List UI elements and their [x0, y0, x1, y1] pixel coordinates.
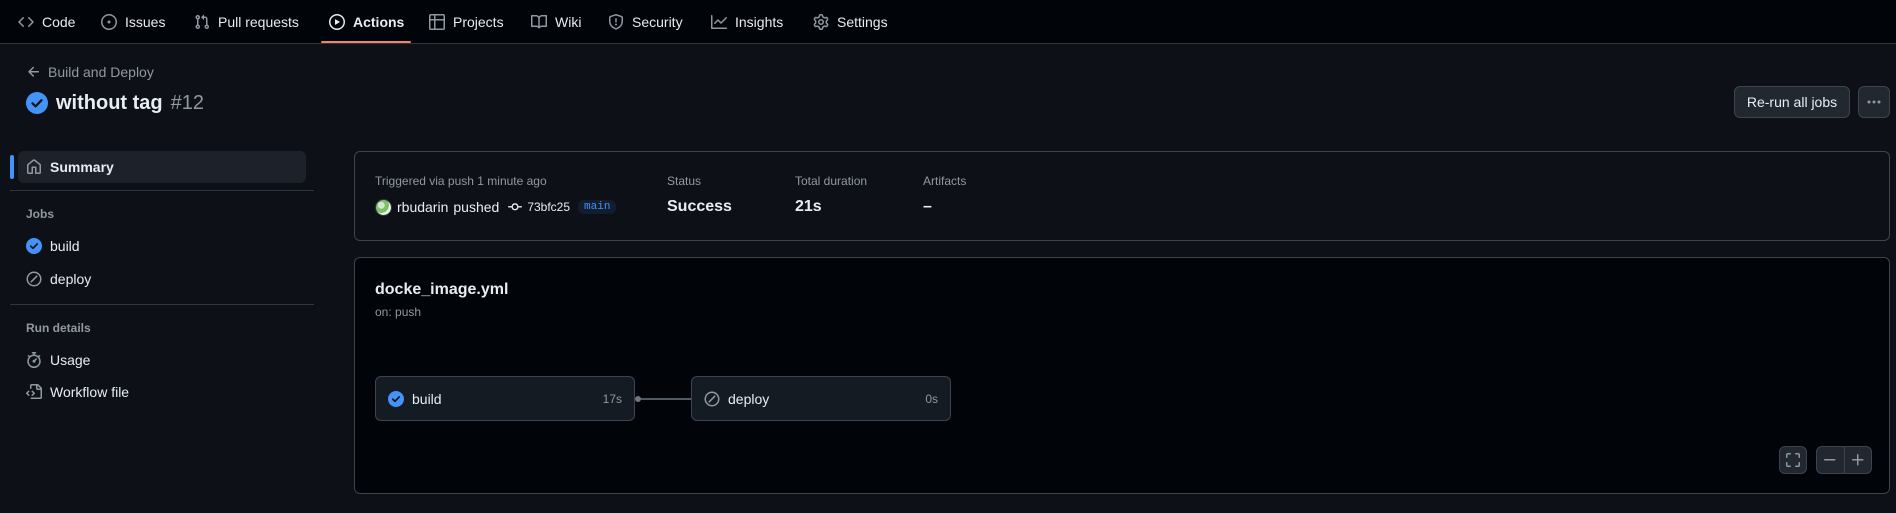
- screen-full-icon: [1786, 453, 1800, 467]
- sidebar-item-usage-label: Usage: [50, 352, 91, 368]
- sidebar-item-summary-label: Summary: [50, 159, 114, 175]
- status-value: Success: [667, 198, 732, 215]
- zoom-controls: [1816, 446, 1872, 474]
- status-label: Status: [667, 174, 702, 188]
- tab-settings-label: Settings: [837, 13, 888, 30]
- issue-opened-icon: [101, 13, 117, 30]
- skip-icon: [704, 391, 720, 406]
- tab-settings[interactable]: Settings: [805, 0, 896, 43]
- actor-name[interactable]: rbudarin: [397, 199, 448, 215]
- duration-value: 21s: [795, 198, 822, 215]
- check-circle-fill-icon: [26, 238, 42, 254]
- sidebar-heading-jobs: Jobs: [26, 207, 55, 221]
- zoom-in-button[interactable]: [1843, 447, 1872, 473]
- file-code-icon: [26, 384, 42, 399]
- more-options-button[interactable]: [1858, 86, 1890, 118]
- tab-issues-label: Issues: [125, 13, 166, 30]
- check-circle-fill-icon: [388, 390, 404, 407]
- tab-code[interactable]: Code: [10, 0, 83, 43]
- job-node-duration: 0s: [925, 391, 938, 406]
- sidebar-divider: [10, 190, 314, 191]
- shield-icon: [609, 13, 623, 30]
- run-summary-panel: Triggered via push 1 minute ago rbudarin…: [354, 151, 1890, 241]
- actor-action: pushed: [453, 199, 500, 215]
- play-icon: [329, 13, 345, 30]
- code-icon: [18, 16, 34, 27]
- git-commit-icon: [508, 203, 523, 211]
- zoom-out-button[interactable]: [1817, 447, 1844, 473]
- tab-pull-requests-label: Pull requests: [218, 13, 299, 30]
- sidebar-item-summary[interactable]: Summary: [18, 151, 306, 183]
- tab-code-label: Code: [42, 13, 76, 30]
- artifacts-label: Artifacts: [923, 174, 967, 188]
- sidebar-heading-run-details: Run details: [26, 321, 91, 335]
- page-title: without tag #12: [26, 90, 204, 116]
- sidebar-item-usage[interactable]: Usage: [18, 344, 306, 376]
- job-node-build[interactable]: build 17s: [375, 376, 635, 421]
- tab-actions[interactable]: Actions: [321, 0, 412, 43]
- tab-pull-requests[interactable]: Pull requests: [186, 0, 307, 43]
- job-node-name: deploy: [728, 390, 770, 407]
- duration-label: Total duration: [795, 174, 868, 188]
- tab-security[interactable]: Security: [600, 0, 691, 43]
- back-link-label: Build and Deploy: [48, 64, 154, 80]
- stopwatch-icon: [27, 352, 41, 368]
- artifacts-value: –: [923, 198, 932, 215]
- job-node-name: build: [412, 390, 442, 407]
- repo-nav: Code Issues Pull requests Actions Projec…: [0, 0, 1896, 44]
- tab-wiki-label: Wiki: [555, 13, 582, 30]
- graph-icon: [711, 14, 727, 29]
- active-tab-underline: [321, 41, 411, 43]
- fullscreen-button[interactable]: [1779, 446, 1807, 474]
- workflow-graph-panel: docke_image.yml on: push build 17s deplo…: [354, 257, 1890, 494]
- tab-actions-label: Actions: [353, 13, 405, 30]
- arrow-left-icon: [28, 66, 39, 77]
- sidebar-item-workflow-file[interactable]: Workflow file: [18, 376, 306, 408]
- run-number: #12: [170, 91, 205, 114]
- book-icon: [531, 14, 547, 28]
- kebab-horizontal-icon: [1867, 100, 1881, 104]
- workflow-file-name: docke_image.yml: [375, 281, 509, 298]
- sidebar-item-job-deploy[interactable]: deploy: [18, 263, 306, 295]
- trigger-details: rbudarin pushed 73bfc25 main: [375, 198, 617, 216]
- tab-projects[interactable]: Projects: [421, 0, 512, 43]
- sidebar-item-job-build[interactable]: build: [18, 230, 306, 262]
- dash-icon: [1824, 459, 1836, 461]
- branch-badge[interactable]: main: [578, 200, 617, 214]
- back-to-workflow-link[interactable]: Build and Deploy: [26, 63, 154, 81]
- trigger-label: Triggered via push 1 minute ago: [375, 174, 547, 188]
- gear-icon: [813, 13, 829, 30]
- job-node-deploy[interactable]: deploy 0s: [691, 376, 951, 421]
- home-icon: [27, 159, 41, 174]
- sidebar-item-job-deploy-label: deploy: [50, 271, 92, 287]
- sidebar-divider: [10, 304, 314, 305]
- sidebar-item-job-build-label: build: [50, 238, 80, 254]
- run-title: without tag: [56, 91, 163, 114]
- tab-insights-label: Insights: [735, 13, 784, 30]
- workflow-trigger: on: push: [375, 305, 422, 319]
- git-pull-request-icon: [195, 14, 210, 29]
- check-circle-fill-icon: [26, 92, 48, 114]
- commit-sha-link[interactable]: 73bfc25: [527, 200, 570, 214]
- skip-icon: [26, 271, 42, 287]
- avatar[interactable]: [375, 198, 392, 216]
- job-node-duration: 17s: [602, 391, 622, 406]
- sidebar-active-indicator: [10, 155, 14, 179]
- plus-icon: [1851, 454, 1864, 466]
- tab-security-label: Security: [632, 13, 683, 30]
- tab-insights[interactable]: Insights: [703, 0, 791, 43]
- sidebar-item-workflow-file-label: Workflow file: [50, 384, 130, 400]
- rerun-all-jobs-button[interactable]: Re-run all jobs: [1734, 86, 1850, 118]
- table-icon: [429, 13, 445, 30]
- tab-wiki[interactable]: Wiki: [523, 0, 589, 43]
- tab-projects-label: Projects: [453, 13, 504, 30]
- tab-issues[interactable]: Issues: [93, 0, 173, 43]
